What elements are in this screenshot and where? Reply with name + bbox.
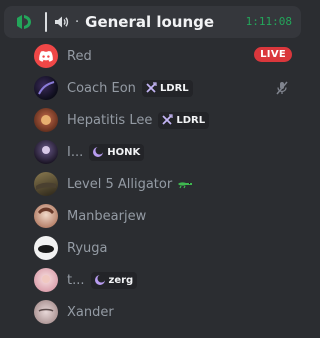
server-tag[interactable]: zerg xyxy=(90,271,138,290)
participant-row[interactable]: Red LIVE xyxy=(34,40,302,72)
header-divider xyxy=(45,12,47,32)
participant-name: Ryuga xyxy=(67,240,108,256)
avatar xyxy=(34,108,58,132)
muted-mic-icon xyxy=(274,80,290,100)
avatar xyxy=(34,236,58,260)
server-tag[interactable]: LDRL xyxy=(141,79,193,98)
crocodile-icon xyxy=(177,178,193,190)
participant-name: Manbearjew xyxy=(67,208,147,224)
avatar xyxy=(34,300,58,324)
participant-list: Red LIVE Coach Eon LDRL Hepatitis Lee LD… xyxy=(34,40,302,328)
tag-label: HONK xyxy=(107,146,141,158)
voice-channel-header[interactable]: · General lounge 1:11:08 xyxy=(4,6,301,38)
call-timer: 1:11:08 xyxy=(245,15,292,28)
scrollbar-track[interactable] xyxy=(310,0,314,338)
crossed-swords-icon xyxy=(161,111,173,130)
participant-name: Red xyxy=(67,48,92,64)
participant-name: Hepatitis Lee xyxy=(67,112,153,128)
voice-connected-icon[interactable] xyxy=(13,11,35,33)
speaker-icon xyxy=(53,14,69,30)
participant-name: Coach Eon xyxy=(67,80,136,96)
participant-row[interactable]: t... zerg xyxy=(34,264,302,296)
tag-label: LDRL xyxy=(159,82,189,94)
live-badge[interactable]: LIVE xyxy=(254,47,292,62)
participant-name: Xander xyxy=(67,304,114,320)
crescent-moon-icon xyxy=(94,271,106,290)
participant-row[interactable]: Ryuga xyxy=(34,232,302,264)
server-tag[interactable]: LDRL xyxy=(158,111,210,130)
participant-row[interactable]: I... HONK xyxy=(34,136,302,168)
crescent-moon-icon xyxy=(92,143,104,162)
avatar xyxy=(34,44,58,68)
avatar xyxy=(34,76,58,100)
channel-name[interactable]: General lounge xyxy=(85,13,214,31)
avatar xyxy=(34,140,58,164)
avatar xyxy=(34,172,58,196)
participant-row[interactable]: Level 5 Alligator xyxy=(34,168,302,200)
separator-dot: · xyxy=(75,14,80,30)
participant-row[interactable]: Manbearjew xyxy=(34,200,302,232)
tag-label: LDRL xyxy=(176,114,206,126)
participant-row[interactable]: Coach Eon LDRL xyxy=(34,72,302,104)
server-tag[interactable]: HONK xyxy=(89,143,145,162)
participant-name: t... xyxy=(67,272,85,288)
participant-row[interactable]: Xander xyxy=(34,296,302,328)
avatar xyxy=(34,204,58,228)
avatar xyxy=(34,268,58,292)
crossed-swords-icon xyxy=(145,79,157,98)
participant-name: I... xyxy=(67,144,84,160)
tag-label: zerg xyxy=(108,274,134,286)
participant-row[interactable]: Hepatitis Lee LDRL xyxy=(34,104,302,136)
participant-name: Level 5 Alligator xyxy=(67,176,173,192)
